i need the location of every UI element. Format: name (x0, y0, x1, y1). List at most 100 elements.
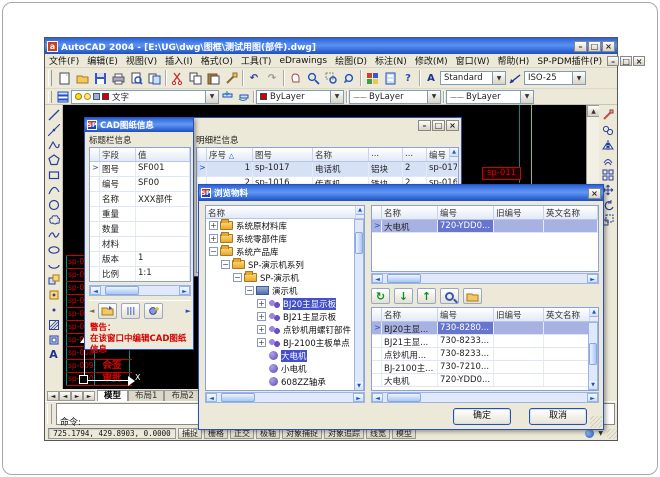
plot-preview-button[interactable] (127, 70, 145, 87)
column-header-engname[interactable]: 英文名称 (544, 206, 598, 219)
tree-item[interactable]: +系统原材料库 (206, 219, 364, 232)
scroll-down-icon[interactable]: ▼ (589, 381, 597, 390)
column-header-oldcode[interactable]: 旧编号 (494, 308, 544, 321)
scroll-left-icon[interactable]: ◄ (372, 274, 383, 283)
settings-add-button[interactable] (144, 303, 163, 319)
scroll-right-icon[interactable]: ► (587, 393, 598, 402)
column-header-value[interactable]: 值 (136, 148, 190, 161)
cad-info-dialog-titlebar[interactable]: SP CAD图纸信息 (85, 118, 193, 132)
mirror-tool[interactable] (600, 137, 616, 152)
zoom-realtime-button[interactable] (304, 70, 322, 87)
status-menu-icon[interactable]: ▼ (598, 430, 603, 437)
menu-help[interactable]: 帮助(H) (494, 53, 534, 68)
nav-left-icon[interactable]: ◄ (89, 307, 94, 315)
column-header-name[interactable]: 名称 (382, 206, 438, 219)
table-row[interactable]: BJ21主显... 730-8233... (372, 335, 598, 348)
column-header-seq[interactable]: 序号 △ (207, 148, 253, 161)
minimize-button[interactable]: – (574, 41, 587, 52)
search-button[interactable] (440, 288, 459, 304)
tree-item[interactable]: −SP-演示机系列 (206, 258, 364, 271)
column-header-misc1[interactable]: ... (369, 148, 403, 161)
scroll-up-icon[interactable]: ▲ (356, 206, 364, 215)
match-properties-button[interactable] (222, 70, 240, 87)
scroll-left-icon[interactable]: ◄ (372, 393, 383, 402)
erase-tool[interactable] (600, 107, 616, 122)
collapse-icon[interactable]: − (221, 260, 230, 269)
scroll-left-icon[interactable]: ◄ (90, 286, 101, 295)
zoom-previous-button[interactable] (340, 70, 358, 87)
menu-file[interactable]: 文件(F) (45, 53, 83, 68)
linetype-combo[interactable]: —— ByLayer ▼ (349, 90, 441, 104)
toolbar-grip[interactable] (48, 70, 52, 86)
close-button[interactable]: × (602, 41, 615, 52)
designcenter-button[interactable] (363, 70, 381, 87)
chevron-down-icon[interactable]: ▼ (427, 91, 440, 103)
table-row[interactable]: >图号SF001 (90, 162, 190, 177)
menu-insert[interactable]: 插入(I) (161, 53, 197, 68)
list-vscrollbar[interactable]: ▼ (588, 322, 598, 391)
array-tool[interactable] (600, 167, 616, 182)
menu-view[interactable]: 视图(V) (122, 53, 161, 68)
tree-hscrollbar[interactable]: ◄ ► (205, 392, 365, 403)
column-header-field[interactable]: 字段 (100, 148, 136, 161)
menu-modify[interactable]: 修改(M) (411, 53, 452, 68)
table-row[interactable]: 编号SF00 (90, 177, 190, 192)
command-window-grip[interactable] (47, 404, 52, 424)
menu-sp-pdm-plugin[interactable]: SP-PDM插件(P) (533, 53, 606, 68)
tree-header[interactable]: 名称 (206, 206, 356, 218)
scrollbar-thumb[interactable] (105, 286, 139, 295)
tree-item[interactable]: 小电机 (206, 362, 364, 375)
layer-combo[interactable]: 文字 ▼ (71, 90, 219, 104)
tree-item[interactable]: +BJ21主显示板 (206, 310, 364, 323)
last-tab-button[interactable]: ► (83, 391, 95, 401)
tree-item[interactable]: +系统零部件库 (206, 232, 364, 245)
columns-button[interactable]: ||| (121, 303, 140, 319)
tree-item[interactable]: 开口销 (206, 388, 364, 391)
scroll-left-icon[interactable]: ◄ (206, 393, 217, 402)
chevron-down-icon[interactable]: ▼ (205, 91, 218, 103)
table-row[interactable]: 点钞机用... 730-8233... (372, 348, 598, 361)
top-table-hscrollbar[interactable]: ◄ ► (371, 273, 599, 284)
export-button[interactable] (98, 303, 117, 319)
column-header-drawno[interactable]: 图号 (253, 148, 313, 161)
chevron-down-icon[interactable]: ▼ (572, 72, 585, 84)
column-header-name[interactable]: 名称 (382, 308, 438, 321)
tree-item[interactable]: +BJ-2100主板单点 (206, 336, 364, 349)
tree-item[interactable]: 大电机 (206, 349, 364, 362)
move-up-button[interactable]: ↑ (417, 288, 436, 304)
cad-info-hscrollbar[interactable]: ◄ ► (89, 285, 191, 296)
scroll-right-icon[interactable]: ► (179, 286, 190, 295)
help-button[interactable]: ? (399, 70, 417, 87)
table-row[interactable]: BJ-2100主... 730-7210... (372, 361, 598, 374)
dimstyle-combo[interactable]: ISO-25 ▼ (524, 71, 586, 85)
scroll-right-icon[interactable]: ► (587, 274, 598, 283)
construction-line-tool[interactable] (46, 122, 62, 137)
tree-item[interactable]: −演示机 (206, 284, 364, 297)
expand-icon[interactable]: + (257, 299, 266, 308)
arc-tool[interactable] (46, 182, 62, 197)
menu-edit[interactable]: 编辑(E) (83, 53, 122, 68)
copy-object-tool[interactable] (600, 122, 616, 137)
prev-tab-button[interactable]: ◄ (59, 391, 71, 401)
chevron-down-icon[interactable]: ▼ (330, 91, 343, 103)
scroll-up-icon[interactable]: ▲ (590, 308, 598, 317)
paste-button[interactable] (204, 70, 222, 87)
chevron-down-icon[interactable]: ▼ (520, 91, 533, 103)
column-header-code[interactable]: 编号 (438, 308, 494, 321)
cut-button[interactable] (168, 70, 186, 87)
table-row[interactable]: > BJ20主显... 730-8280... (372, 322, 598, 335)
scroll-down-icon[interactable]: ▼ (355, 382, 363, 391)
table-row[interactable]: 材料 (90, 237, 190, 252)
expand-icon[interactable]: + (257, 325, 266, 334)
scroll-up-icon[interactable]: ▲ (450, 148, 458, 157)
collapse-icon[interactable]: − (233, 273, 242, 282)
plot-button[interactable] (109, 70, 127, 87)
column-header-misc2[interactable]: ... (403, 148, 427, 161)
chevron-down-icon[interactable]: ▼ (492, 72, 505, 84)
table-row[interactable]: 比例1:1 (90, 267, 190, 282)
new-button[interactable] (55, 70, 73, 87)
tab-model[interactable]: 模型 (97, 390, 128, 401)
close-button[interactable]: × (446, 120, 459, 131)
open-material-button[interactable] (463, 288, 482, 304)
tool-palettes-button[interactable] (381, 70, 399, 87)
